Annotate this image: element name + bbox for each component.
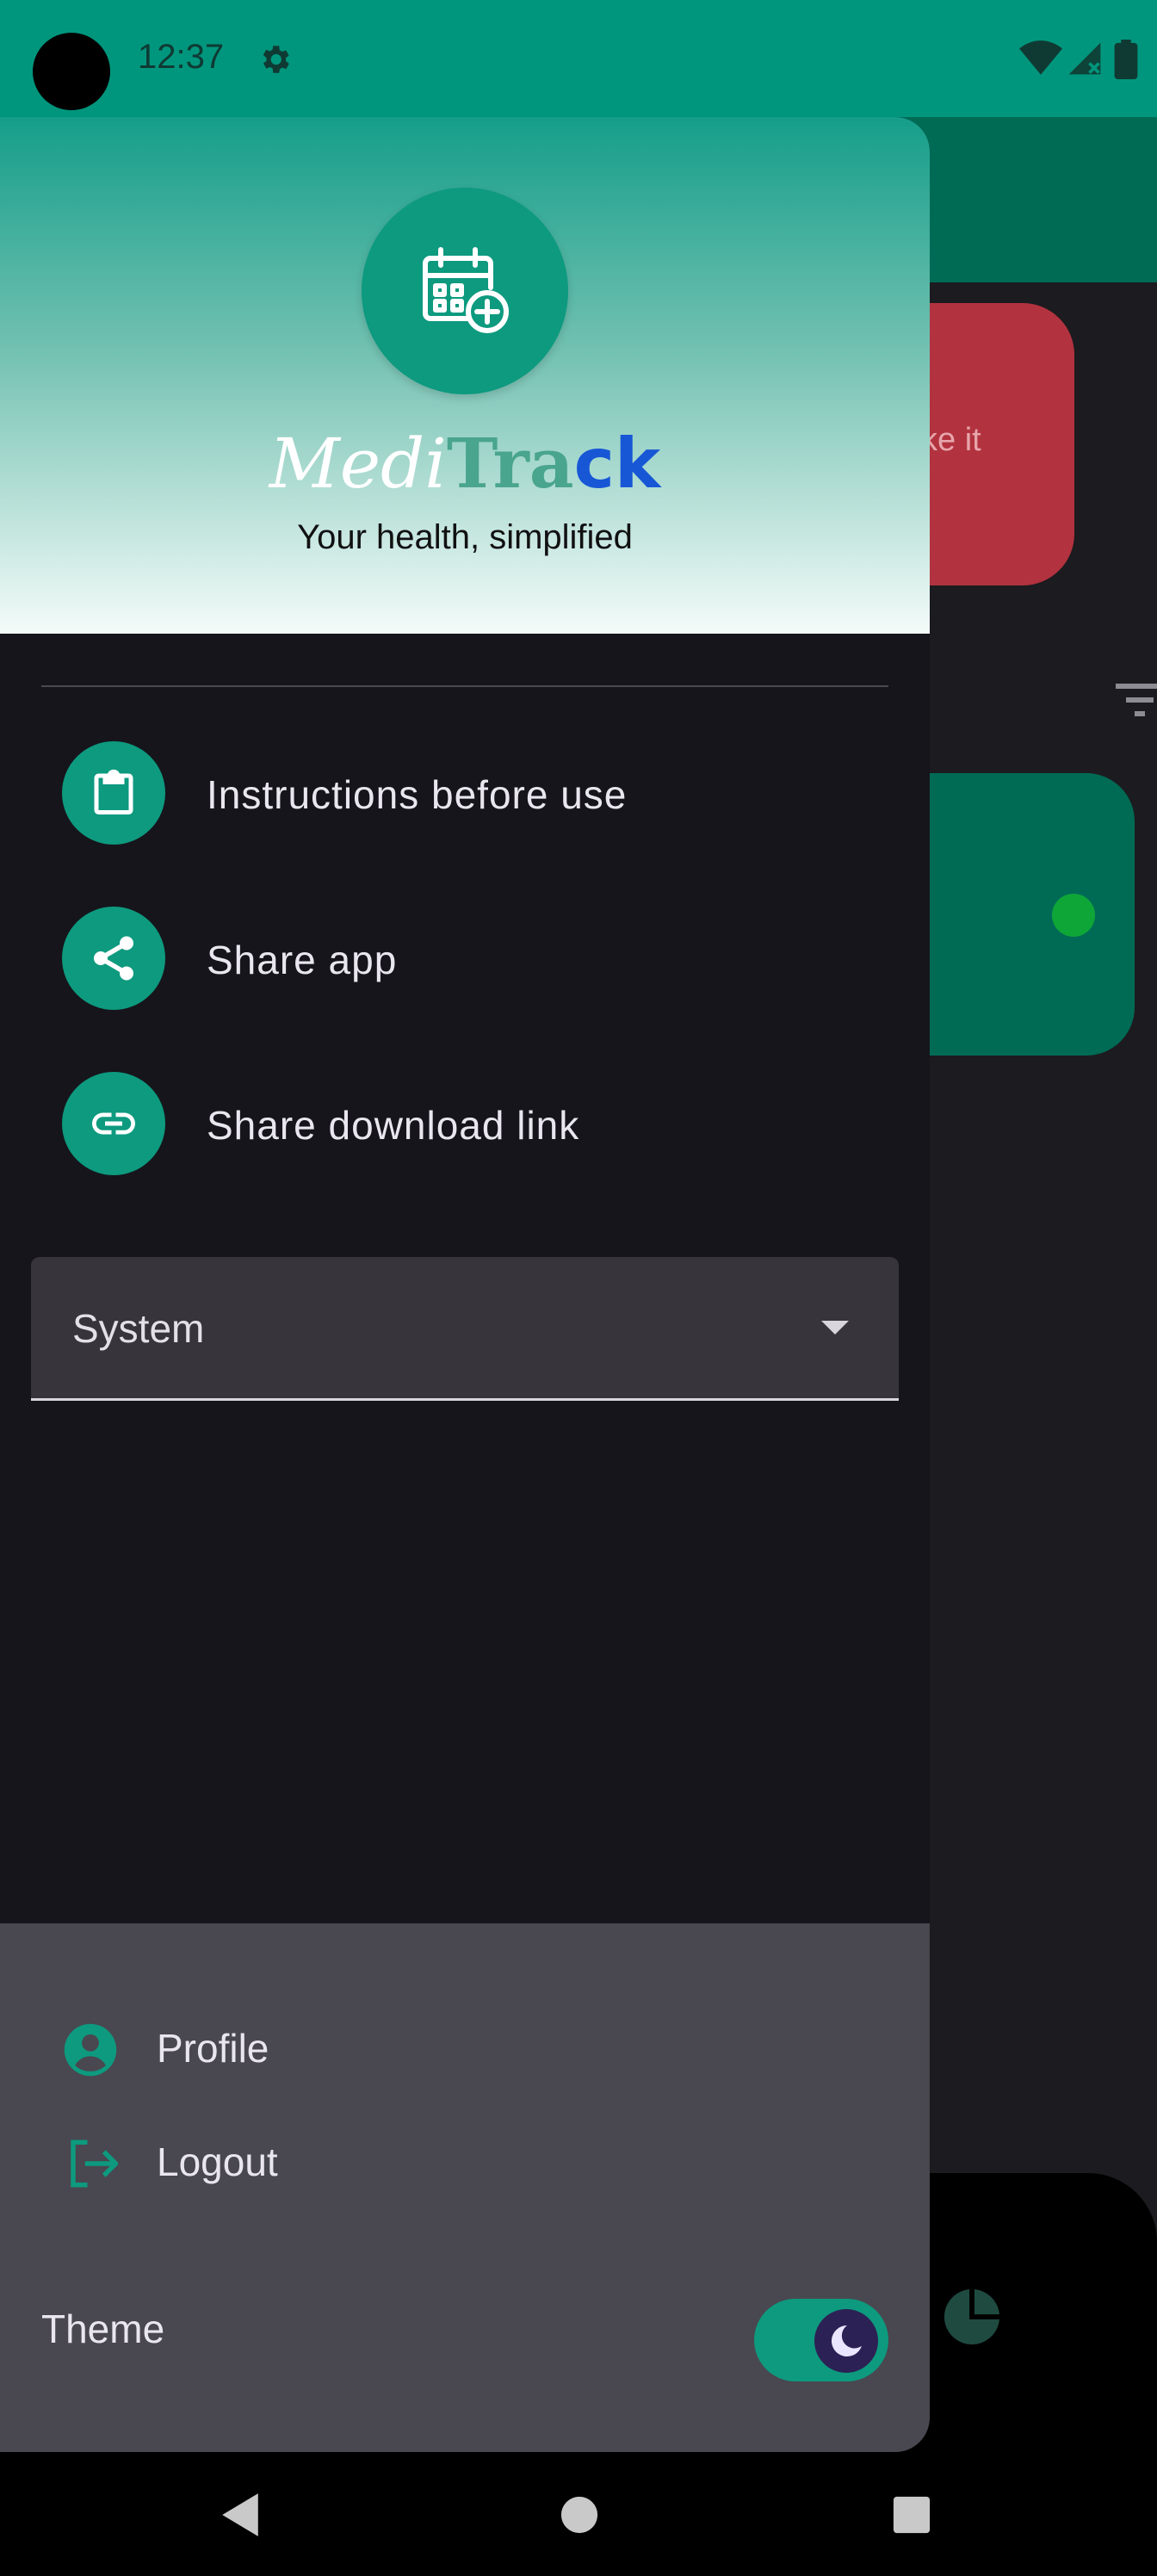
brand-part-ck: ck <box>573 424 661 504</box>
share-icon <box>62 907 165 1010</box>
pie-chart-icon <box>944 2288 1000 2345</box>
footer-item-label: Logout <box>157 2139 278 2184</box>
dropdown-selected-value: System <box>72 1306 205 1351</box>
menu-item-share-download-link[interactable]: Share download link <box>0 1059 930 1188</box>
logout-icon <box>71 2139 119 2188</box>
theme-label: Theme <box>41 2307 165 2351</box>
tagline: Your health, simplified <box>297 518 633 556</box>
gear-icon <box>263 46 289 73</box>
battery-icon <box>1114 40 1138 79</box>
toggle-thumb <box>814 2309 878 2373</box>
menu-item-label: Share download link <box>207 1103 580 1148</box>
account-circle-icon <box>64 2023 117 2077</box>
status-dot <box>1052 894 1095 937</box>
footer-item-label: Profile <box>157 2026 269 2071</box>
menu-item-share-app[interactable]: Share app <box>0 894 930 1023</box>
moon-icon <box>831 2325 862 2356</box>
camera-cutout <box>33 33 110 110</box>
filter-icon <box>1116 684 1157 716</box>
home-icon[interactable] <box>560 2495 599 2535</box>
navigation-drawer: MediTrack Your health, simplified Instru… <box>0 117 930 2452</box>
dropdown-arrow-icon <box>821 1321 849 1334</box>
wifi-icon <box>1019 40 1062 75</box>
calendar-plus-icon <box>423 247 509 333</box>
footer-item-logout[interactable]: Logout <box>62 2128 406 2197</box>
divider <box>41 685 888 687</box>
brand-name: MediTrack <box>0 429 930 498</box>
status-time: 12:37 <box>138 38 225 76</box>
footer-item-profile[interactable]: Profile <box>62 2015 406 2084</box>
menu-item-label: Share app <box>207 938 398 982</box>
app-logo <box>362 188 568 394</box>
menu-item-label: Instructions before use <box>207 772 628 817</box>
brand-part-tra: Tra <box>446 423 574 504</box>
back-icon[interactable] <box>219 2492 262 2538</box>
theme-toggle[interactable] <box>754 2299 888 2381</box>
clipboard-icon <box>62 741 165 845</box>
recents-icon[interactable] <box>892 2495 931 2535</box>
link-icon <box>62 1072 165 1175</box>
signal-icon <box>1068 42 1101 75</box>
brand-part-medi: Medi <box>269 424 447 504</box>
background-card-text: ke it <box>921 422 981 458</box>
menu-item-instructions[interactable]: Instructions before use <box>0 728 930 858</box>
theme-mode-dropdown[interactable]: System <box>31 1257 899 1401</box>
